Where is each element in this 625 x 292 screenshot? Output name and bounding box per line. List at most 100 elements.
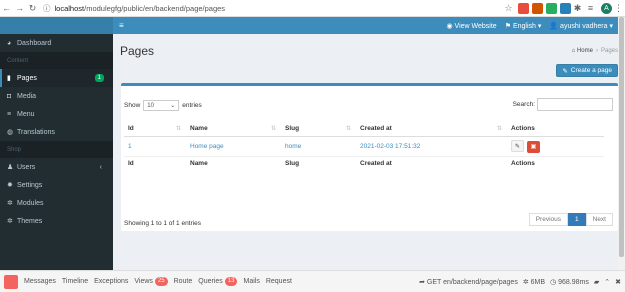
page-scrollbar[interactable] (618, 17, 625, 270)
sidebar-item-label: Translations (17, 128, 55, 136)
top-navbar-content: ≡ ◉ View Website ⚑ English ▾ 👤 ayushi va… (113, 17, 625, 34)
sidebar-header-content: Content (0, 52, 113, 69)
page-title: Pages (120, 44, 155, 58)
view-website-label: View Website (454, 22, 497, 30)
debug-tab-label: Queries (198, 278, 223, 285)
previous-button[interactable]: Previous (528, 213, 568, 226)
debug-tab-messages[interactable]: Messages (24, 278, 56, 285)
next-button[interactable]: Next (585, 213, 613, 226)
sort-icon: ⇅ (270, 126, 276, 133)
extension-icon[interactable] (546, 2, 557, 14)
column-header-created-at[interactable]: Created at ⇅ (356, 122, 507, 137)
route-label: GET en/backend/page/pages (426, 278, 518, 286)
sidebar-item-users[interactable]: ♟ Users ‹ (0, 158, 113, 176)
footer-header-created-at: Created at (356, 155, 507, 170)
address-bar[interactable]: ⓘ localhost/modulegfg/public/en/backend/… (43, 2, 502, 15)
chevron-up-icon[interactable]: ⌃ (604, 278, 610, 286)
file-icon: ▮ (7, 75, 11, 82)
language-dropdown[interactable]: ⚑ English ▾ (505, 22, 542, 30)
page-size-value: 10 (147, 102, 154, 109)
pencil-icon: ✎ (562, 67, 568, 75)
search-input[interactable] (537, 98, 613, 111)
cell-name[interactable]: Home page (186, 136, 281, 157)
sidebar-item-label: Media (17, 92, 37, 100)
pages-table: Id ⇅ Name ⇅ Slug ⇅ Created at ⇅ Actions 1 Ho… (124, 122, 604, 170)
footer-header-id: Id (124, 155, 186, 170)
sidebar-item-menu[interactable]: ≡ Menu (0, 105, 113, 123)
home-icon: ⌂ (571, 48, 576, 54)
star-icon[interactable]: ☆ (502, 2, 515, 15)
url-path: /modulegfg/public/en/backend/page/pages (84, 3, 226, 13)
time-label: 968.98ms (558, 278, 589, 286)
sidebar-item-translations[interactable]: ◍ Translations (0, 123, 113, 141)
sidebar-item-label: Themes (17, 217, 43, 225)
cell-slug[interactable]: home (281, 136, 356, 157)
delete-button[interactable]: ▣ (527, 140, 540, 153)
breadcrumb-home[interactable]: Home (577, 48, 593, 54)
menu-dots-icon[interactable]: ⋮ (612, 2, 625, 15)
cell-created-at[interactable]: 2021-02-03 17:51:32 (356, 136, 507, 157)
browser-toolbar: ← → ↻ ⓘ localhost/modulegfg/public/en/ba… (0, 0, 625, 17)
create-page-button[interactable]: ✎ Create a page (556, 64, 618, 77)
sidebar-item-settings[interactable]: ✹ Settings (0, 176, 113, 194)
extension-icon[interactable] (518, 2, 529, 14)
entries-label: entries (182, 102, 202, 109)
breadcrumb-current: Pages (600, 48, 618, 54)
views-count-badge: 25 (154, 277, 168, 286)
forward-icon[interactable]: → (13, 2, 26, 15)
scrollbar-thumb[interactable] (619, 17, 624, 257)
close-icon[interactable]: ✖ (615, 278, 621, 286)
debug-tab-queries[interactable]: Queries 13 (198, 277, 238, 286)
dashboard-icon: ◕ (7, 39, 12, 47)
debugbar-logo-icon[interactable] (4, 274, 18, 289)
chevron-left-icon: ‹ (99, 163, 102, 171)
folder-icon[interactable]: ▰ (594, 278, 599, 286)
gear-icon: ✹ (7, 182, 13, 189)
puzzle-icon[interactable]: ✱ (571, 2, 584, 15)
profile-avatar[interactable]: A (601, 2, 612, 14)
debug-tab-timeline[interactable]: Timeline (62, 278, 88, 285)
sidebar-item-modules[interactable]: ✲ Modules (0, 194, 113, 212)
sidebar-item-label: Modules (17, 199, 44, 207)
chevron-down-icon: ⌄ (170, 103, 176, 109)
reading-list-icon[interactable]: ≡ (584, 2, 597, 15)
extension-icon[interactable] (532, 2, 543, 14)
language-label: English (512, 22, 536, 30)
sidebar-item-pages[interactable]: ▮ Pages 1 (0, 69, 113, 87)
cell-id[interactable]: 1 (124, 136, 186, 157)
sort-icon: ⇅ (175, 126, 181, 133)
cogs-icon: ✲ (7, 200, 13, 207)
sidebar-item-themes[interactable]: ✲ Themes (0, 212, 113, 230)
sidebar-item-label: Settings (17, 181, 43, 189)
table-search: Search: (513, 98, 613, 111)
column-header-name[interactable]: Name ⇅ (186, 122, 281, 137)
back-icon[interactable]: ← (0, 2, 13, 15)
edit-button[interactable]: ✎ (511, 139, 524, 152)
sidebar-item-label: Menu (17, 110, 35, 118)
column-header-slug[interactable]: Slug ⇅ (281, 122, 356, 137)
user-menu[interactable]: 👤 ayushi vadhera ▾ (549, 22, 613, 30)
debug-tab-exceptions[interactable]: Exceptions (94, 278, 128, 285)
page-button[interactable]: 1 (568, 213, 586, 226)
extension-icon[interactable] (560, 2, 571, 14)
footer-header-name: Name (186, 155, 281, 170)
url-host: localhost (54, 3, 85, 13)
page-size-select[interactable]: 10 ⌄ (143, 100, 180, 111)
debug-tab-mails[interactable]: Mails (243, 278, 259, 285)
hamburger-icon[interactable]: ≡ (119, 21, 124, 30)
sort-icon: ⇅ (496, 126, 502, 133)
column-header-id[interactable]: Id ⇅ (124, 122, 186, 137)
reload-icon[interactable]: ↻ (26, 2, 39, 15)
sidebar-item-media[interactable]: ◘ Media (0, 87, 113, 105)
debug-tab-views[interactable]: Views 25 (134, 277, 168, 286)
sidebar: ◕ Dashboard Content ▮ Pages 1 ◘ Media ≡ Menu … (0, 17, 113, 270)
table-row: 1 Home page home 2021-02-03 17:51:32 ✎ ▣ (124, 136, 604, 157)
debug-tab-route[interactable]: Route (174, 278, 193, 285)
memory-label: 6MB (530, 278, 546, 286)
debug-tab-request[interactable]: Request (266, 278, 292, 285)
sidebar-item-dashboard[interactable]: ◕ Dashboard (0, 34, 113, 52)
time-info: ◷ 968.98ms (550, 278, 589, 286)
info-icon: ⓘ (43, 3, 51, 13)
view-website-link[interactable]: ◉ View Website (446, 22, 496, 30)
sort-icon: ⇅ (345, 126, 351, 133)
